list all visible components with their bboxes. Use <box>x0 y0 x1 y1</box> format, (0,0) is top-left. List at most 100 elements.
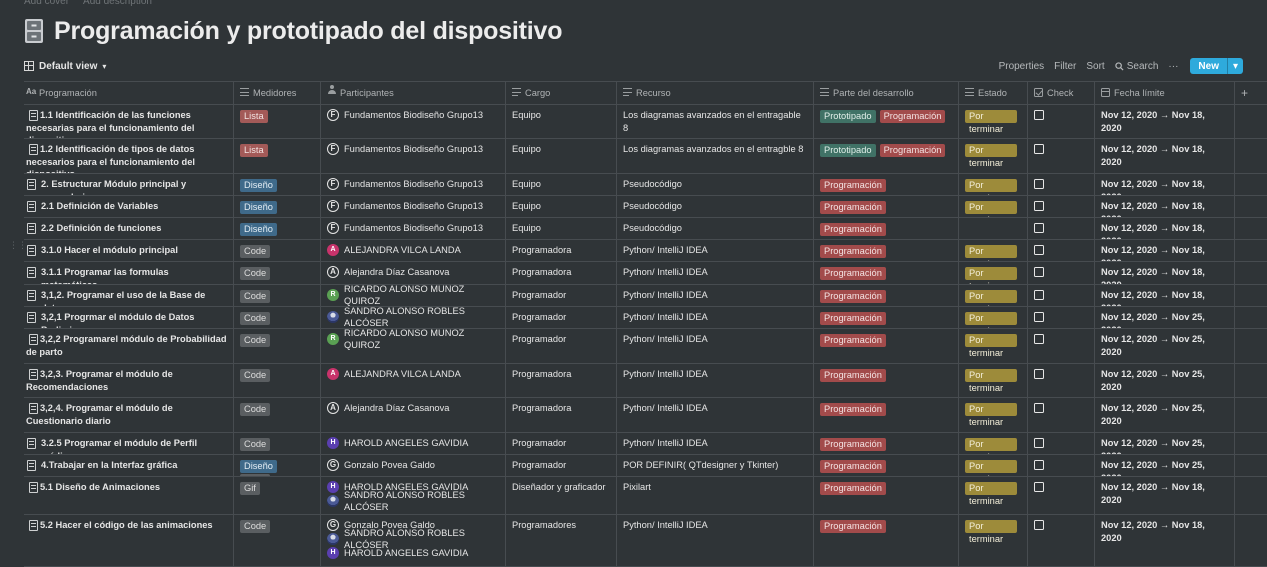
cell-participantes[interactable]: H HAROLD ANGELES GAVIDIA SANDRO ALONSO R… <box>321 477 506 514</box>
cell-recurso[interactable]: Python/ IntelliJ IDEA <box>617 240 814 261</box>
cell-cargo[interactable]: Programadora <box>506 262 617 284</box>
cell-parte-del-desarrollo[interactable]: Programación <box>814 307 959 328</box>
cell-recurso[interactable]: Los diagramas avanzados en el entragble … <box>617 139 814 173</box>
row-title[interactable]: 3.2.5 Programar el módulo de Perfil médi… <box>26 437 227 454</box>
column-header-cargo[interactable]: Cargo <box>506 82 617 104</box>
table-row[interactable]: 2. Estructurar Módulo principal y secund… <box>24 174 1267 196</box>
cell-medidores[interactable]: Lista <box>234 139 321 173</box>
row-title[interactable]: 5.1 Diseño de Animaciones <box>26 481 227 494</box>
cell-medidores[interactable]: Lista <box>234 105 321 138</box>
table-row[interactable]: 3,2,3. Programar el módulo de Recomendac… <box>24 364 1267 398</box>
cell-check[interactable] <box>1028 196 1095 217</box>
cell-cargo[interactable]: Programador <box>506 455 617 476</box>
cell-check[interactable] <box>1028 364 1095 397</box>
filter-button[interactable]: Filter <box>1054 61 1076 72</box>
column-header-recurso[interactable]: Recurso <box>617 82 814 104</box>
cell-medidores[interactable]: Code <box>234 307 321 328</box>
cell-participantes[interactable]: F Fundamentos Biodiseño Grupo13 <box>321 174 506 195</box>
cell-parte-del-desarrollo[interactable]: Prototipado Programación <box>814 105 959 138</box>
table-row[interactable]: 3.2.5 Programar el módulo de Perfil médi… <box>24 433 1267 455</box>
column-header-medidores[interactable]: Medidores <box>234 82 321 104</box>
cell-medidores[interactable]: Gif <box>234 477 321 514</box>
cell-cargo[interactable]: Programadora <box>506 398 617 432</box>
cell-check[interactable] <box>1028 477 1095 514</box>
cell-estado[interactable]: Por terminar <box>959 364 1028 397</box>
cell-recurso[interactable]: Python/ IntelliJ IDEA <box>617 398 814 432</box>
cell-cargo[interactable]: Programadores <box>506 515 617 566</box>
cell-recurso[interactable]: Python/ IntelliJ IDEA <box>617 515 814 566</box>
cell-cargo[interactable]: Programador <box>506 329 617 363</box>
column-header-estado[interactable]: Estado <box>959 82 1028 104</box>
cell-medidores[interactable]: Code <box>234 240 321 261</box>
checkbox[interactable] <box>1034 245 1044 255</box>
checkbox[interactable] <box>1034 520 1044 530</box>
cell-programacion[interactable]: 3,2,1 Progrmar el módulo de Datos Prelim… <box>24 307 234 328</box>
row-title[interactable]: 4.Trabajar en la Interfaz gráfica <box>26 459 227 472</box>
cell-participantes[interactable]: G Gonzalo Povea Galdo SANDRO ALONSO ROBL… <box>321 515 506 566</box>
checkbox[interactable] <box>1034 403 1044 413</box>
row-title[interactable]: 3.1.1 Programar las formulas matemáticas <box>26 266 227 284</box>
cell-check[interactable] <box>1028 240 1095 261</box>
cell-parte-del-desarrollo[interactable]: Programación <box>814 218 959 239</box>
cell-check[interactable] <box>1028 105 1095 138</box>
cell-cargo[interactable]: Equipo <box>506 218 617 239</box>
cell-recurso[interactable]: Pseudocódigo <box>617 218 814 239</box>
participant[interactable]: A ALEJANDRA VILCA LANDA <box>327 366 499 382</box>
add-cover-button[interactable]: Add cover <box>24 0 69 8</box>
cell-recurso[interactable]: Pixilart <box>617 477 814 514</box>
cell-check[interactable] <box>1028 455 1095 476</box>
row-title[interactable]: 1.1 Identificación de las funciones nece… <box>26 109 227 138</box>
cell-medidores[interactable]: Code <box>234 398 321 432</box>
cell-fecha-limite[interactable]: Nov 12, 2020 → Nov 18, 2020 <box>1095 139 1235 173</box>
cell-programacion[interactable]: 4.Trabajar en la Interfaz gráfica <box>24 455 234 476</box>
participant[interactable]: A Alejandra Díaz Casanova <box>327 264 499 280</box>
row-title[interactable]: 3,2,2 Programarel módulo de Probabilidad… <box>26 333 227 358</box>
table-row[interactable]: 3,2,4. Programar el módulo de Cuestionar… <box>24 398 1267 433</box>
checkbox[interactable] <box>1034 312 1044 322</box>
cell-check[interactable] <box>1028 174 1095 195</box>
cell-fecha-limite[interactable]: Nov 12, 2020 → Nov 25, 2020 <box>1095 433 1235 454</box>
table-row[interactable]: 3,2,2 Programarel módulo de Probabilidad… <box>24 329 1267 364</box>
checkbox[interactable] <box>1034 110 1044 120</box>
cell-cargo[interactable]: Programador <box>506 285 617 306</box>
cell-recurso[interactable]: Pseudocódigo <box>617 174 814 195</box>
table-row[interactable]: 1.1 Identificación de las funciones nece… <box>24 105 1267 139</box>
cell-cargo[interactable]: Programadora <box>506 364 617 397</box>
row-title[interactable]: 3,2,4. Programar el módulo de Cuestionar… <box>26 402 227 427</box>
cell-programacion[interactable]: 3,1,2. Programar el uso de la Base de da… <box>24 285 234 306</box>
checkbox[interactable] <box>1034 223 1044 233</box>
cell-medidores[interactable]: Diseño <box>234 218 321 239</box>
cell-estado[interactable]: Por terminar <box>959 455 1028 476</box>
cell-programacion[interactable]: 1.2 Identificación de tipos de datos nec… <box>24 139 234 173</box>
participant[interactable]: R RICARDO ALONSO MUÑOZ QUIROZ <box>327 329 499 350</box>
cell-programacion[interactable]: 3,2,2 Programarel módulo de Probabilidad… <box>24 329 234 363</box>
cell-fecha-limite[interactable]: Nov 12, 2020 → Nov 18, 2020 <box>1095 477 1235 514</box>
participant[interactable]: H HAROLD ANGELES GAVIDIA <box>327 435 499 451</box>
cell-estado[interactable]: Por terminar <box>959 240 1028 261</box>
cell-participantes[interactable]: R RICARDO ALONSO MUÑOZ QUIROZ <box>321 285 506 306</box>
cell-estado[interactable]: Por terminar <box>959 433 1028 454</box>
cell-parte-del-desarrollo[interactable]: Programación <box>814 285 959 306</box>
column-header-participantes[interactable]: Participantes <box>321 82 506 104</box>
checkbox[interactable] <box>1034 267 1044 277</box>
cell-medidores[interactable]: Code <box>234 329 321 363</box>
add-column-button[interactable]: + <box>1235 82 1267 104</box>
column-header-fecha-limite[interactable]: Fecha límite <box>1095 82 1235 104</box>
cell-fecha-limite[interactable]: Nov 12, 2020 → Nov 25, 2020 <box>1095 329 1235 363</box>
cell-parte-del-desarrollo[interactable]: Programación <box>814 196 959 217</box>
cell-programacion[interactable]: 2.2 Definición de funciones <box>24 218 234 239</box>
participant[interactable]: SANDRO ALONSO ROBLES ALCÓSER <box>327 528 499 550</box>
cell-programacion[interactable]: 3,2,4. Programar el módulo de Cuestionar… <box>24 398 234 432</box>
table-row[interactable]: 5.2 Hacer el código de las animaciones C… <box>24 515 1267 567</box>
participant[interactable]: SANDRO ALONSO ROBLES ALCÓSER <box>327 307 499 328</box>
row-title[interactable]: 3,2,1 Progrmar el módulo de Datos Prelim… <box>26 311 227 328</box>
cell-parte-del-desarrollo[interactable]: Programación <box>814 329 959 363</box>
participant[interactable]: A ALEJANDRA VILCA LANDA <box>327 242 499 258</box>
cell-check[interactable] <box>1028 218 1095 239</box>
participant[interactable]: G Gonzalo Povea Galdo <box>327 457 499 473</box>
cell-programacion[interactable]: 5.2 Hacer el código de las animaciones <box>24 515 234 566</box>
checkbox[interactable] <box>1034 460 1044 470</box>
cell-fecha-limite[interactable]: Nov 12, 2020 → Nov 18, 2020 <box>1095 240 1235 261</box>
cell-programacion[interactable]: 2. Estructurar Módulo principal y secund… <box>24 174 234 195</box>
cell-fecha-limite[interactable]: Nov 12, 2020 → Nov 18, 2020 <box>1095 285 1235 306</box>
